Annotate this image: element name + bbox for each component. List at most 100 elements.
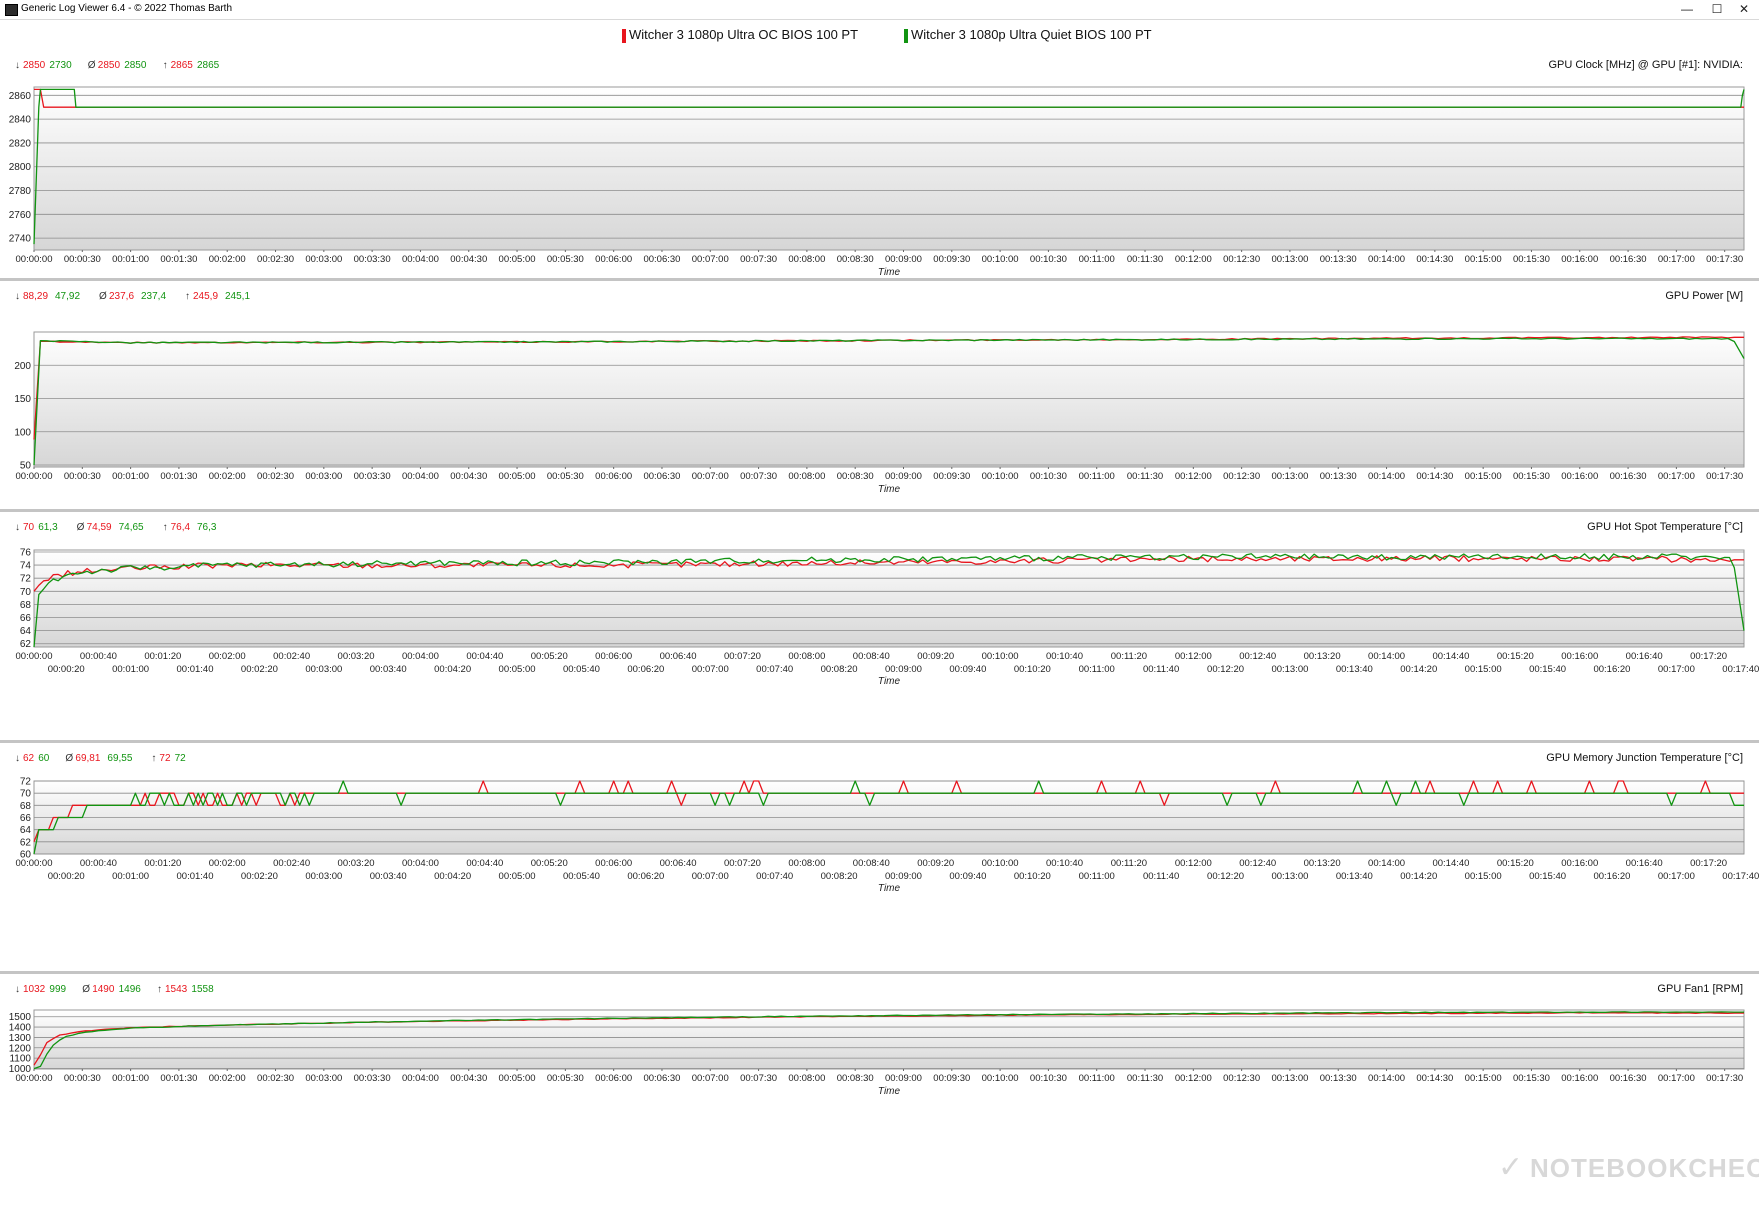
stat-avg-red: 237,6	[109, 291, 134, 302]
x-tick-label: 00:03:00	[305, 871, 342, 882]
x-tick-label: 00:15:00	[1465, 254, 1502, 265]
x-tick-label: 00:16:20	[1593, 664, 1630, 675]
x-tick-label: 00:04:20	[434, 871, 471, 882]
stat-min-red: 1032	[23, 984, 46, 995]
x-tick-label: 00:04:30	[450, 254, 487, 265]
chart-title: GPU Fan1 [RPM]	[1657, 983, 1743, 995]
x-tick-label: 00:16:30	[1610, 1073, 1647, 1084]
y-tick-label: 76	[20, 547, 32, 558]
x-tick-label: 00:10:00	[982, 471, 1019, 482]
chart-title: GPU Memory Junction Temperature [°C]	[1546, 752, 1743, 764]
x-tick-label: 00:07:40	[756, 871, 793, 882]
x-tick-label: 00:06:20	[627, 871, 664, 882]
x-tick-label: 00:02:00	[209, 651, 246, 662]
x-tick-label: 00:00:20	[48, 664, 85, 675]
x-tick-label: 00:09:20	[917, 858, 954, 869]
x-tick-label: 00:12:00	[1175, 651, 1212, 662]
x-tick-label: 00:16:40	[1626, 651, 1663, 662]
x-tick-label: 00:10:40	[1046, 651, 1083, 662]
y-tick-label: 150	[14, 394, 31, 405]
x-tick-label: 00:11:00	[1079, 471, 1115, 482]
legend-item-quiet[interactable]: Witcher 3 1080p Ultra Quiet BIOS 100 PT	[911, 27, 1152, 42]
x-tick-label: 00:11:00	[1079, 664, 1115, 675]
y-tick-label: 2840	[9, 115, 32, 126]
x-tick-label: 00:08:00	[788, 858, 825, 869]
x-tick-label: 00:07:00	[692, 871, 729, 882]
chart-panel-gpu-power: 50 100 150 200 ↓ 88,29 47,92 Ø 237,6 237,4 ↑ 245,9 2…	[0, 281, 1759, 512]
x-tick-label: 00:08:30	[837, 471, 874, 482]
y-tick-label: 2860	[9, 91, 32, 102]
legend-item-oc[interactable]: Witcher 3 1080p Ultra OC BIOS 100 PT	[629, 27, 858, 42]
x-tick-label: 00:03:20	[338, 858, 375, 869]
stat-avg-red: 2850	[98, 60, 121, 71]
x-tick-label: 00:00:00	[16, 858, 53, 869]
x-tick-label: 00:08:40	[853, 858, 890, 869]
y-tick-label: 1400	[9, 1023, 32, 1034]
app-icon	[5, 4, 18, 16]
stat-avg-green: 69,55	[107, 753, 132, 764]
legend-swatch-red	[622, 29, 626, 43]
x-tick-label: 00:12:40	[1239, 651, 1276, 662]
stat-min-green: 2730	[49, 60, 72, 71]
x-tick-label: 00:02:00	[209, 471, 246, 482]
max-arrow-icon: ↑	[157, 984, 162, 995]
chart-title: GPU Clock [MHz] @ GPU [#1]: NVIDIA:	[1548, 59, 1743, 71]
x-tick-label: 00:06:00	[595, 1073, 632, 1084]
y-tick-label: 72	[20, 777, 32, 788]
y-tick-label: 62	[20, 639, 32, 650]
gpu-clock-chart: 2740276027802800282028402860↓ 2850 2730 Ø 28…	[9, 59, 1745, 278]
x-tick-label: 00:16:00	[1561, 1073, 1598, 1084]
stat-max-green: 72	[175, 753, 187, 764]
y-tick-label: 200	[14, 361, 31, 372]
stat-min-red: 2850	[23, 60, 46, 71]
x-tick-label: 00:14:30	[1416, 1073, 1453, 1084]
x-tick-label: 00:15:00	[1465, 871, 1502, 882]
gpu-power-chart: 50 100 150 200 ↓ 88,29 47,92 Ø 237,6 237,4 ↑ 245,9 2…	[14, 290, 1745, 495]
x-tick-label: 00:05:30	[547, 1073, 584, 1084]
x-tick-label: 00:11:20	[1111, 651, 1147, 662]
x-tick-label: 00:04:30	[450, 1073, 487, 1084]
close-button[interactable]: ✕	[1729, 0, 1759, 19]
min-arrow-icon: ↓	[15, 753, 20, 764]
x-tick-label: 00:02:30	[257, 471, 294, 482]
stat-min-red: 70	[23, 522, 35, 533]
max-arrow-icon: ↑	[151, 753, 156, 764]
x-tick-label: 00:09:00	[885, 471, 922, 482]
x-tick-label: 00:00:00	[16, 254, 53, 265]
x-axis-label: Time	[878, 1086, 901, 1097]
x-tick-label: 00:02:00	[209, 1073, 246, 1084]
y-tick-label: 2760	[9, 210, 32, 221]
x-tick-label: 00:11:00	[1079, 871, 1115, 882]
x-tick-label: 00:10:20	[1014, 664, 1051, 675]
stat-min-green: 999	[49, 984, 66, 995]
x-tick-label: 00:09:30	[933, 1073, 970, 1084]
x-tick-label: 00:07:00	[692, 664, 729, 675]
x-tick-label: 00:03:20	[338, 651, 375, 662]
x-tick-label: 00:14:30	[1416, 471, 1453, 482]
x-tick-label: 00:13:30	[1320, 1073, 1357, 1084]
x-tick-label: 00:10:00	[982, 858, 1019, 869]
window-title: Generic Log Viewer 6.4 - © 2022 Thomas B…	[21, 3, 233, 14]
y-tick-label: 64	[20, 626, 32, 637]
x-tick-label: 00:04:00	[402, 471, 439, 482]
x-tick-label: 00:03:40	[370, 871, 407, 882]
x-tick-label: 00:13:20	[1304, 858, 1341, 869]
x-tick-label: 00:04:00	[402, 1073, 439, 1084]
legend-bar: Witcher 3 1080p Ultra OC BIOS 100 PT Wit…	[0, 20, 1759, 52]
x-tick-label: 00:06:00	[595, 471, 632, 482]
x-tick-label: 00:15:40	[1529, 664, 1566, 675]
x-tick-label: 00:03:00	[305, 254, 342, 265]
x-tick-label: 00:16:00	[1561, 858, 1598, 869]
x-tick-label: 00:11:40	[1143, 664, 1179, 675]
x-tick-label: 00:13:00	[1271, 664, 1308, 675]
avg-symbol-icon: Ø	[65, 753, 73, 764]
x-tick-label: 00:09:00	[885, 871, 922, 882]
x-tick-label: 00:05:00	[499, 471, 536, 482]
x-tick-label: 00:14:20	[1400, 871, 1437, 882]
chart-panel-gpu-hotspot: 62 64 66 68 70 72 74 76 ↓ 70 61,3 Ø 74,59 74,65 ↑ 76,4 7…	[0, 512, 1759, 743]
avg-symbol-icon: Ø	[77, 522, 85, 533]
stat-max-red: 245,9	[193, 291, 218, 302]
maximize-button[interactable]: ☐	[1702, 0, 1732, 19]
x-tick-label: 00:12:00	[1175, 858, 1212, 869]
minimize-button[interactable]: —	[1672, 0, 1702, 19]
